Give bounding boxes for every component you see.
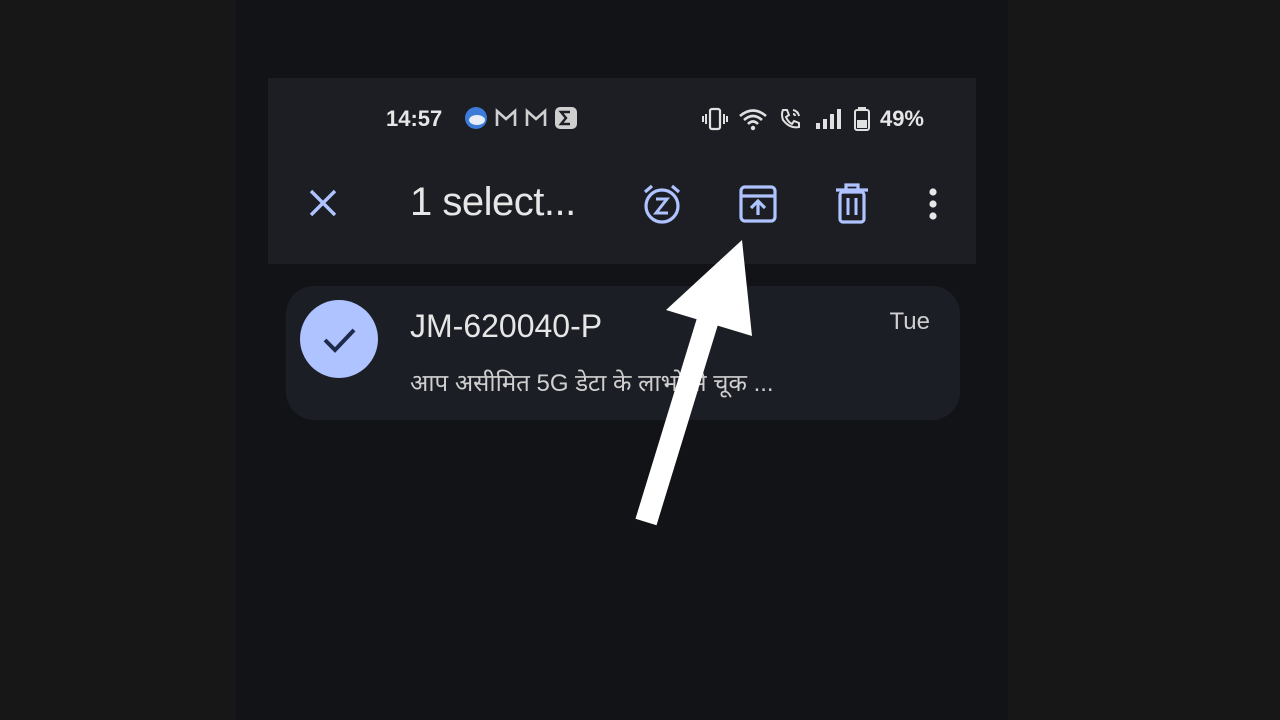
delete-button[interactable] bbox=[832, 182, 872, 226]
email-snippet: आप असीमित 5G डेटा के लाभों से चूक ... bbox=[410, 370, 774, 397]
selected-count-title: 1 select... bbox=[410, 180, 576, 224]
close-selection-button[interactable] bbox=[306, 186, 340, 220]
selection-action-bar: 1 select... bbox=[268, 174, 976, 234]
wifi-calling-icon bbox=[780, 109, 800, 129]
close-icon bbox=[309, 189, 337, 217]
email-date: Tue bbox=[889, 308, 930, 335]
phone-screen: 14:57 49% 1 select... JM-620040-P Tue आप… bbox=[268, 78, 976, 548]
vibrate-icon bbox=[701, 107, 728, 131]
top-app-bar: 14:57 49% 1 select... bbox=[268, 78, 976, 264]
email-list-item[interactable]: JM-620040-P Tue आप असीमित 5G डेटा के लाभ… bbox=[286, 286, 960, 420]
unarchive-icon bbox=[739, 185, 777, 223]
status-bar: 14:57 49% bbox=[268, 98, 976, 138]
wifi-icon bbox=[739, 109, 767, 131]
trash-icon bbox=[836, 183, 868, 224]
snooze-icon bbox=[643, 184, 681, 224]
battery-icon bbox=[853, 107, 870, 131]
archive-button[interactable] bbox=[736, 182, 780, 226]
snooze-button[interactable] bbox=[640, 182, 684, 226]
email-sender: JM-620040-P bbox=[410, 308, 603, 344]
notification-icons bbox=[464, 106, 578, 130]
system-status-icons: 49% bbox=[701, 106, 924, 132]
sigma-app-icon bbox=[555, 107, 577, 129]
gmail-icon bbox=[525, 108, 547, 126]
status-time: 14:57 bbox=[386, 106, 443, 131]
more-options-button[interactable] bbox=[922, 182, 944, 226]
gmail-icon bbox=[495, 108, 517, 126]
signal-icon bbox=[815, 109, 841, 129]
selected-avatar[interactable] bbox=[300, 300, 378, 378]
checkmark-icon bbox=[323, 328, 356, 353]
more-vert-icon bbox=[929, 188, 937, 220]
weather-icon bbox=[465, 107, 487, 129]
battery-percentage: 49% bbox=[879, 106, 924, 131]
